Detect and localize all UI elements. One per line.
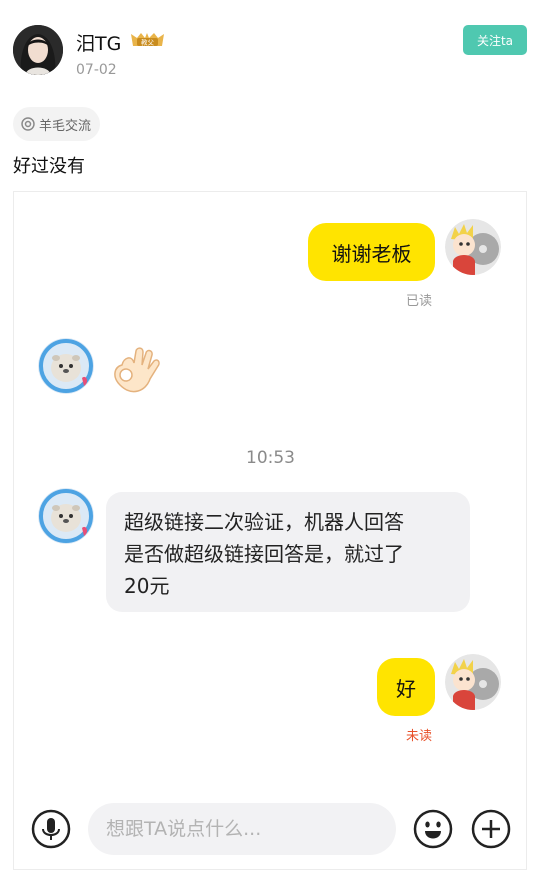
message-timestamp: 10:53 bbox=[246, 448, 295, 468]
message-bubble-contact: 超级链接二次验证，机器人回答 是否做超级链接回答是，就过了 20元 bbox=[106, 492, 470, 612]
badge-label: 教父 bbox=[141, 38, 155, 47]
message-bubble-self: 好 bbox=[377, 658, 435, 716]
emoji-icon[interactable] bbox=[413, 809, 453, 849]
topic-tag-label: 羊毛交流 bbox=[39, 118, 92, 134]
self-avatar bbox=[445, 219, 501, 275]
read-status: 已读 bbox=[406, 294, 433, 309]
post-date: 07-02 bbox=[76, 62, 117, 78]
message-line: 超级链接二次验证，机器人回答 bbox=[124, 510, 404, 534]
plus-icon[interactable] bbox=[471, 809, 511, 849]
message-bubble-self: 谢谢老板 bbox=[308, 223, 435, 281]
topic-circle-icon bbox=[21, 117, 35, 131]
message-line: 是否做超级链接回答是，就过了 bbox=[124, 542, 404, 566]
post-text: 好过没有 bbox=[13, 156, 85, 177]
message-input[interactable] bbox=[88, 803, 396, 855]
ok-hand-emoji-icon bbox=[114, 347, 160, 393]
follow-button[interactable]: 关注ta bbox=[463, 25, 527, 55]
unread-status: 未读 bbox=[406, 729, 433, 744]
crown-badge-icon: 教父 bbox=[131, 33, 164, 47]
chat-screenshot: 谢谢老板 已读 10:53 超级链接二次验证，机器人回答 是否做超级链接回答是，… bbox=[13, 191, 527, 870]
author-name[interactable]: 汨TG bbox=[76, 29, 121, 56]
contact-avatar bbox=[38, 338, 94, 394]
contact-avatar bbox=[38, 488, 94, 544]
microphone-icon[interactable] bbox=[31, 809, 71, 849]
message-line: 20元 bbox=[124, 574, 170, 598]
author-avatar[interactable] bbox=[13, 25, 63, 75]
self-avatar bbox=[445, 654, 501, 710]
topic-tag[interactable]: 羊毛交流 bbox=[13, 107, 101, 141]
